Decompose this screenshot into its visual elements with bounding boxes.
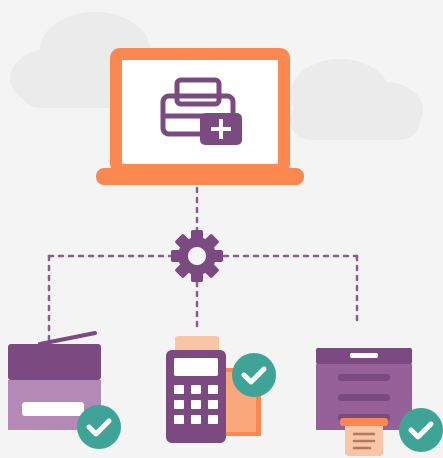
diagram-canvas [8,12,443,456]
laptop-base [96,168,304,185]
receipt-printer-icon [316,348,412,456]
check-badge-icon [77,405,121,449]
laptop-screen [122,60,278,164]
gear-icon [171,230,223,282]
check-badge-icon [399,408,443,452]
check-badge-icon [232,353,276,397]
printer-network-diagram [0,0,443,458]
